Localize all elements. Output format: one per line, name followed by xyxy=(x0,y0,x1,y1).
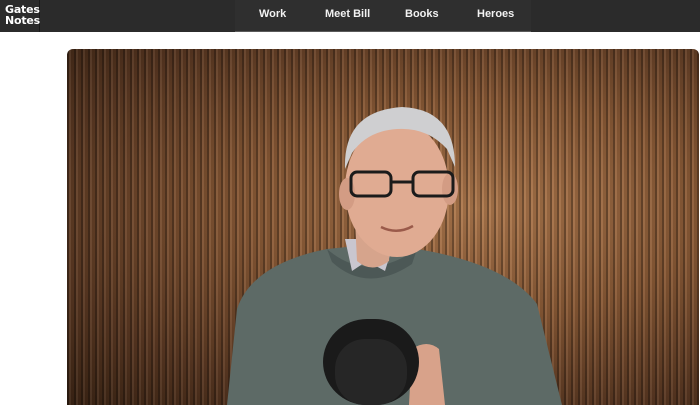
hero-image xyxy=(67,49,699,405)
nav-item-books[interactable]: Books xyxy=(405,8,439,20)
gates-notes-logo[interactable]: Gates Notes xyxy=(0,0,40,32)
portrait-illustration xyxy=(227,107,562,405)
nav-item-heroes[interactable]: Heroes xyxy=(477,8,514,20)
top-navigation-bar: Gates Notes Work Meet Bill Books Heroes xyxy=(0,0,700,32)
logo-line-2: Notes xyxy=(5,14,41,27)
main-nav: Work Meet Bill Books Heroes xyxy=(235,0,531,32)
nav-item-work[interactable]: Work xyxy=(259,8,286,20)
nav-item-meet-bill[interactable]: Meet Bill xyxy=(325,8,370,20)
